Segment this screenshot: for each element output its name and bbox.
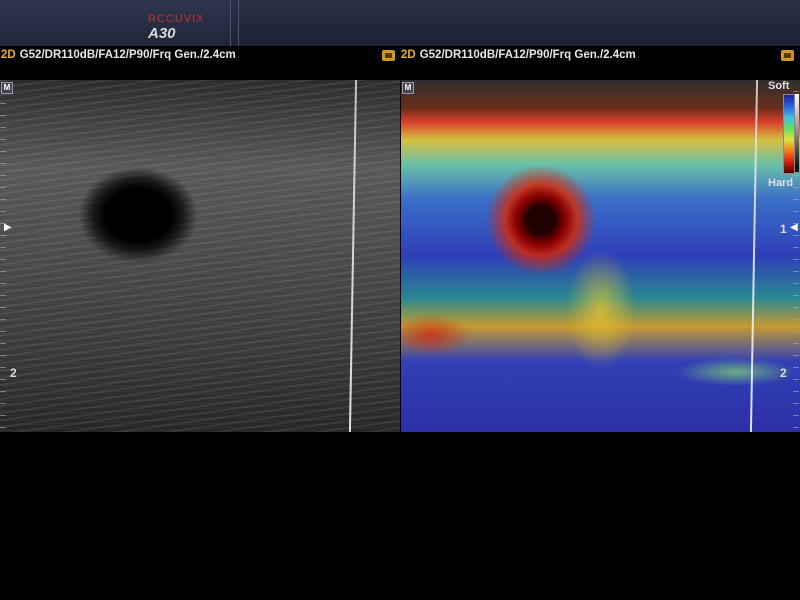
right-mode-label: 2D	[401, 49, 416, 61]
left-params: G52/DR110dB/FA12/P90/Frq Gen./2.4cm	[19, 49, 236, 61]
right-m-marker: M	[402, 82, 414, 94]
split-screen-icon[interactable]	[382, 50, 395, 61]
header-divider	[238, 0, 239, 46]
left-info-line: 2D G52/DR110dB/FA12/P90/Frq Gen./2.4cm	[1, 49, 236, 63]
brand-logo: RCCUVIX A30	[148, 13, 230, 42]
focus-arrow-icon: ▶	[4, 222, 12, 233]
focus-arrow-icon-right: ◀	[790, 222, 798, 233]
bmode-image-panel[interactable]	[0, 80, 400, 432]
scan-line	[749, 80, 759, 432]
brand-prefix: RCCUVIX	[148, 13, 205, 25]
brand-panel: RCCUVIX A30	[0, 0, 231, 46]
right-info-line: 2D G52/DR110dB/FA12/P90/Frq Gen./2.4cm	[401, 49, 636, 63]
top-header-bar: RCCUVIX A30	[0, 0, 800, 46]
grayscale-bar	[795, 94, 799, 172]
left-mode-label: 2D	[1, 49, 16, 61]
elastography-image-panel[interactable]	[401, 80, 800, 432]
bottom-blank-area	[0, 432, 800, 600]
left-depth-ticks	[0, 80, 6, 432]
left-m-marker: M	[1, 82, 13, 94]
scale-hard-label: Hard	[768, 177, 794, 189]
brand-model: A30	[148, 25, 176, 42]
scan-line	[348, 80, 358, 432]
left-depth-2: 2	[10, 366, 17, 380]
split-screen-icon-right[interactable]	[781, 50, 794, 61]
right-depth-2: 2	[780, 366, 787, 380]
right-depth-1: 1	[780, 222, 787, 236]
right-params: G52/DR110dB/FA12/P90/Frq Gen./2.4cm	[419, 49, 636, 61]
elasticity-color-scale	[783, 94, 795, 174]
scale-soft-label: Soft	[768, 80, 790, 92]
